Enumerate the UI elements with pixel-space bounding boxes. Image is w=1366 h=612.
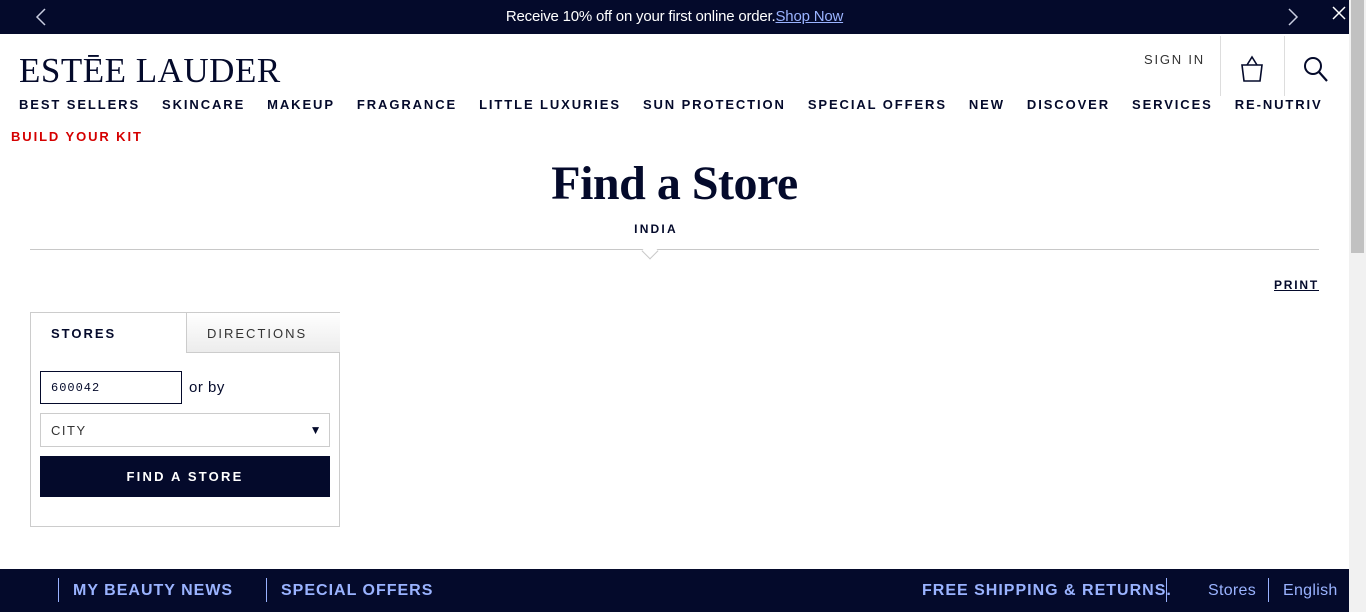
shop-now-link[interactable]: Shop Now xyxy=(776,8,844,25)
promo-text: Receive 10% off on your first online ord… xyxy=(505,8,776,25)
promo-bar: Receive 10% off on your first online ord… xyxy=(0,0,1349,34)
chevron-right-icon[interactable] xyxy=(1282,7,1302,27)
nav-item-best-sellers[interactable]: BEST SELLERS xyxy=(19,97,140,112)
header-divider xyxy=(1284,36,1285,96)
print-link[interactable]: PRINT xyxy=(1274,278,1319,292)
close-icon[interactable] xyxy=(1330,4,1348,22)
zip-code-input[interactable] xyxy=(40,371,182,404)
tab-directions[interactable]: DIRECTIONS xyxy=(186,313,340,353)
footer-separator xyxy=(58,578,59,602)
find-a-store-button[interactable]: FIND A STORE xyxy=(40,456,330,497)
footer-bar: MY BEAUTY NEWS SPECIAL OFFERS FREE SHIPP… xyxy=(0,569,1349,612)
nav-item-re-nutriv[interactable]: RE-NUTRIV xyxy=(1235,97,1323,112)
nav-item-new[interactable]: NEW xyxy=(969,97,1005,112)
nav-item-fragrance[interactable]: FRAGRANCE xyxy=(357,97,457,112)
or-by-label: or by xyxy=(189,379,225,396)
main-nav: BEST SELLERS SKINCARE MAKEUP FRAGRANCE L… xyxy=(19,97,1345,112)
scrollbar-thumb[interactable] xyxy=(1351,0,1364,253)
free-shipping-link[interactable]: FREE SHIPPING & RETURNS. xyxy=(922,582,1172,600)
nav-item-sun-protection[interactable]: SUN PROTECTION xyxy=(643,97,786,112)
footer-separator xyxy=(266,578,267,602)
stores-link[interactable]: Stores xyxy=(1208,582,1256,600)
nav-item-build-your-kit[interactable]: BUILD YOUR KIT xyxy=(11,129,143,144)
promo-message: Receive 10% off on your first online ord… xyxy=(0,8,1349,25)
store-locator-panel: STORES DIRECTIONS or by CITY ▼ FIND A ST… xyxy=(30,312,340,527)
footer-special-offers-link[interactable]: SPECIAL OFFERS xyxy=(281,582,433,600)
sign-in-link[interactable]: SIGN IN xyxy=(1144,52,1205,67)
scrollbar[interactable] xyxy=(1349,0,1366,612)
language-selector[interactable]: English xyxy=(1283,582,1338,600)
country-selector[interactable]: INDIA xyxy=(0,222,1312,236)
title-divider xyxy=(30,249,1319,250)
nav-item-discover[interactable]: DISCOVER xyxy=(1027,97,1110,112)
my-beauty-news-link[interactable]: MY BEAUTY NEWS xyxy=(73,582,233,600)
footer-separator xyxy=(1268,578,1269,602)
page-title: Find a Store xyxy=(551,157,798,210)
shopping-bag-icon[interactable] xyxy=(1238,54,1266,84)
nav-item-little-luxuries[interactable]: LITTLE LUXURIES xyxy=(479,97,621,112)
nav-item-skincare[interactable]: SKINCARE xyxy=(162,97,245,112)
header-divider xyxy=(1220,36,1221,96)
brand-logo[interactable]: ESTĒE LAUDER xyxy=(19,52,281,90)
footer-separator xyxy=(1166,578,1167,602)
nav-item-special-offers[interactable]: SPECIAL OFFERS xyxy=(808,97,947,112)
divider-caret xyxy=(641,242,659,260)
tab-stores[interactable]: STORES xyxy=(31,313,186,353)
dropdown-arrow-icon: ▼ xyxy=(309,423,323,437)
city-select[interactable]: CITY ▼ xyxy=(40,413,330,447)
nav-item-services[interactable]: SERVICES xyxy=(1132,97,1213,112)
nav-item-makeup[interactable]: MAKEUP xyxy=(267,97,335,112)
search-icon[interactable] xyxy=(1302,54,1330,84)
city-select-value: CITY xyxy=(51,423,87,438)
